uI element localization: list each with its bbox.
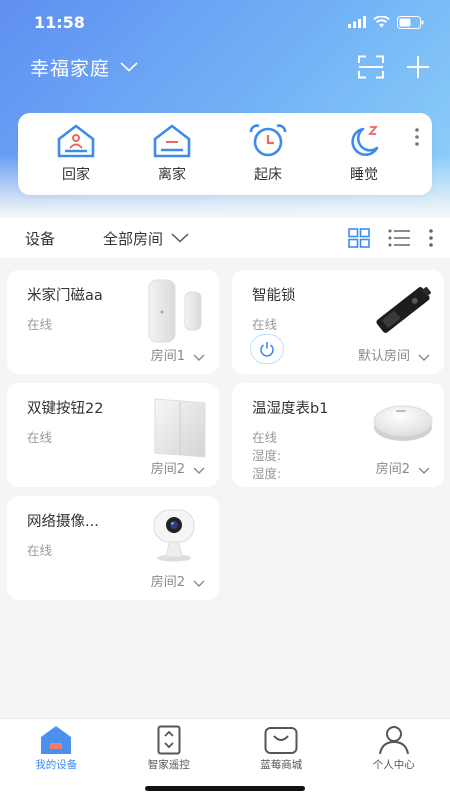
device-room[interactable]: 房间2 — [376, 458, 410, 477]
device-name: 网络摄像... — [27, 514, 99, 530]
app-header: 幸福家庭 — [0, 48, 450, 86]
device-room[interactable]: 房间1 — [151, 345, 185, 364]
person-icon — [378, 726, 409, 755]
home-arrive-icon — [57, 124, 95, 158]
chevron-down-icon[interactable] — [418, 467, 430, 474]
tab-my-devices[interactable]: 我的设备 — [0, 719, 113, 800]
home-leave-icon — [153, 124, 191, 158]
list-view-icon[interactable] — [388, 229, 410, 247]
chevron-down-icon[interactable] — [193, 467, 205, 474]
home-icon — [41, 726, 72, 754]
alarm-clock-icon — [249, 124, 287, 157]
tab-label: 蓝莓商城 — [260, 759, 303, 771]
door-sensor-image — [148, 279, 202, 343]
camera-image — [153, 509, 195, 562]
device-card-dual-button[interactable]: 双键按钮22 在线 房间2 — [7, 383, 219, 487]
scene-label: 回家 — [62, 167, 90, 183]
device-room[interactable]: 默认房间 — [358, 345, 410, 364]
battery-icon — [397, 15, 424, 29]
device-card-door-sensor[interactable]: 米家门磁aa 在线 房间1 — [7, 270, 219, 374]
device-status: 在线 — [27, 317, 53, 332]
scene-label: 离家 — [158, 167, 186, 183]
add-icon[interactable] — [406, 55, 430, 79]
scene-sleep[interactable]: 睡觉 — [316, 124, 412, 184]
wifi-icon — [373, 16, 390, 28]
temperature-label: 湿度: — [252, 466, 282, 481]
status-time: 11:58 — [34, 12, 85, 32]
wall-switch-image — [154, 398, 206, 458]
tab-label: 我的设备 — [35, 759, 78, 771]
chevron-down-icon[interactable] — [418, 354, 430, 361]
device-name: 米家门磁aa — [27, 288, 103, 304]
scene-label: 睡觉 — [350, 167, 378, 183]
tab-personal-center[interactable]: 个人中心 — [338, 719, 450, 800]
shopping-bag-icon — [264, 727, 298, 754]
smart-lock-image — [376, 286, 432, 333]
device-card-thermo-hygrometer[interactable]: 温湿度表b1 在线 湿度: 湿度: 房间2 — [232, 383, 444, 487]
power-button[interactable] — [250, 334, 284, 364]
grid-view-icon[interactable] — [348, 228, 370, 248]
device-status: 在线 — [27, 543, 53, 558]
device-name: 双键按钮22 — [27, 401, 104, 417]
chevron-down-icon[interactable] — [120, 62, 138, 72]
room-filter-label: 全部房间 — [103, 229, 164, 248]
scene-home[interactable]: 回家 — [28, 124, 124, 184]
more-vertical-icon[interactable] — [428, 228, 434, 248]
device-card-network-camera[interactable]: 网络摄像... 在线 房间2 — [7, 496, 219, 600]
chevron-down-icon — [171, 233, 189, 243]
device-toolbar: 设备 全部房间 — [0, 218, 450, 258]
device-room[interactable]: 房间2 — [151, 571, 185, 590]
device-status: 在线 — [252, 430, 278, 445]
humidity-label: 湿度: — [252, 448, 282, 463]
tab-label: 个人中心 — [372, 759, 415, 771]
device-card-smart-lock[interactable]: 智能锁 在线 默认房间 — [232, 270, 444, 374]
chevron-down-icon[interactable] — [193, 354, 205, 361]
scene-label: 起床 — [254, 167, 282, 183]
status-bar: 11:58 — [0, 0, 450, 44]
signal-icon — [348, 16, 366, 28]
device-name: 智能锁 — [252, 288, 296, 304]
scene-panel: 回家 离家 起床 睡觉 — [18, 113, 432, 195]
more-vertical-icon[interactable] — [414, 127, 420, 147]
devices-label: 设备 — [25, 229, 56, 248]
tab-label: 智家遥控 — [147, 759, 190, 771]
status-icons — [348, 15, 424, 29]
scene-wake-up[interactable]: 起床 — [220, 124, 316, 184]
room-filter[interactable]: 全部房间 — [103, 228, 189, 249]
power-icon — [260, 342, 274, 357]
device-room[interactable]: 房间2 — [151, 458, 185, 477]
home-selector[interactable]: 幸福家庭 — [30, 54, 110, 81]
thermo-hygrometer-image — [373, 405, 433, 441]
device-name: 温湿度表b1 — [252, 401, 329, 417]
device-status: 在线 — [252, 317, 278, 332]
scene-leave[interactable]: 离家 — [124, 124, 220, 184]
chevron-down-icon[interactable] — [193, 580, 205, 587]
device-status: 在线 — [27, 430, 53, 445]
moon-sleep-icon — [351, 126, 379, 157]
scan-icon[interactable] — [358, 55, 384, 79]
remote-icon — [157, 725, 181, 755]
home-indicator — [145, 786, 305, 791]
